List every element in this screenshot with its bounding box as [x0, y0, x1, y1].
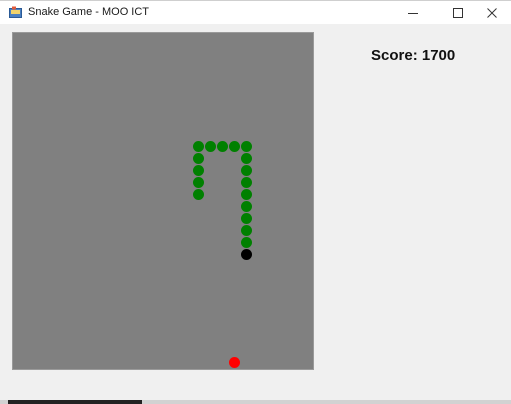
snake-body-segment	[241, 237, 252, 248]
snake-body-segment	[241, 153, 252, 164]
snake-body-segment	[241, 225, 252, 236]
bottom-track-fill	[8, 400, 142, 404]
close-icon	[487, 7, 497, 18]
minimize-icon	[408, 12, 418, 14]
app-window: Snake Game - MOO ICT Score: 1700	[0, 0, 511, 404]
snake-body-segment	[229, 141, 240, 152]
app-icon	[9, 6, 22, 18]
snake-body-segment	[241, 165, 252, 176]
score-label: Score:	[371, 47, 418, 64]
snake-body-segment	[241, 177, 252, 188]
snake-body-segment	[241, 141, 252, 152]
snake-body-segment	[241, 201, 252, 212]
snake-body-segment	[193, 189, 204, 200]
food-item	[229, 357, 240, 368]
game-canvas[interactable]	[12, 32, 314, 370]
window-title: Snake Game - MOO ICT	[28, 6, 150, 18]
score-value: 1700	[421, 47, 456, 64]
snake-body-segment	[193, 165, 204, 176]
minimize-button[interactable]	[395, 1, 431, 24]
score-display: Score: 1700	[371, 47, 455, 64]
snake-body-segment	[217, 141, 228, 152]
snake-body-segment	[193, 153, 204, 164]
snake-body-segment	[241, 189, 252, 200]
snake-body-segment	[241, 213, 252, 224]
maximize-button[interactable]	[440, 1, 476, 24]
close-button[interactable]	[474, 1, 510, 24]
snake-head	[241, 249, 252, 260]
snake-body-segment	[193, 141, 204, 152]
maximize-icon	[453, 7, 463, 18]
title-bar[interactable]: Snake Game - MOO ICT	[0, 0, 511, 24]
snake-body-segment	[205, 141, 216, 152]
snake-body-segment	[193, 177, 204, 188]
